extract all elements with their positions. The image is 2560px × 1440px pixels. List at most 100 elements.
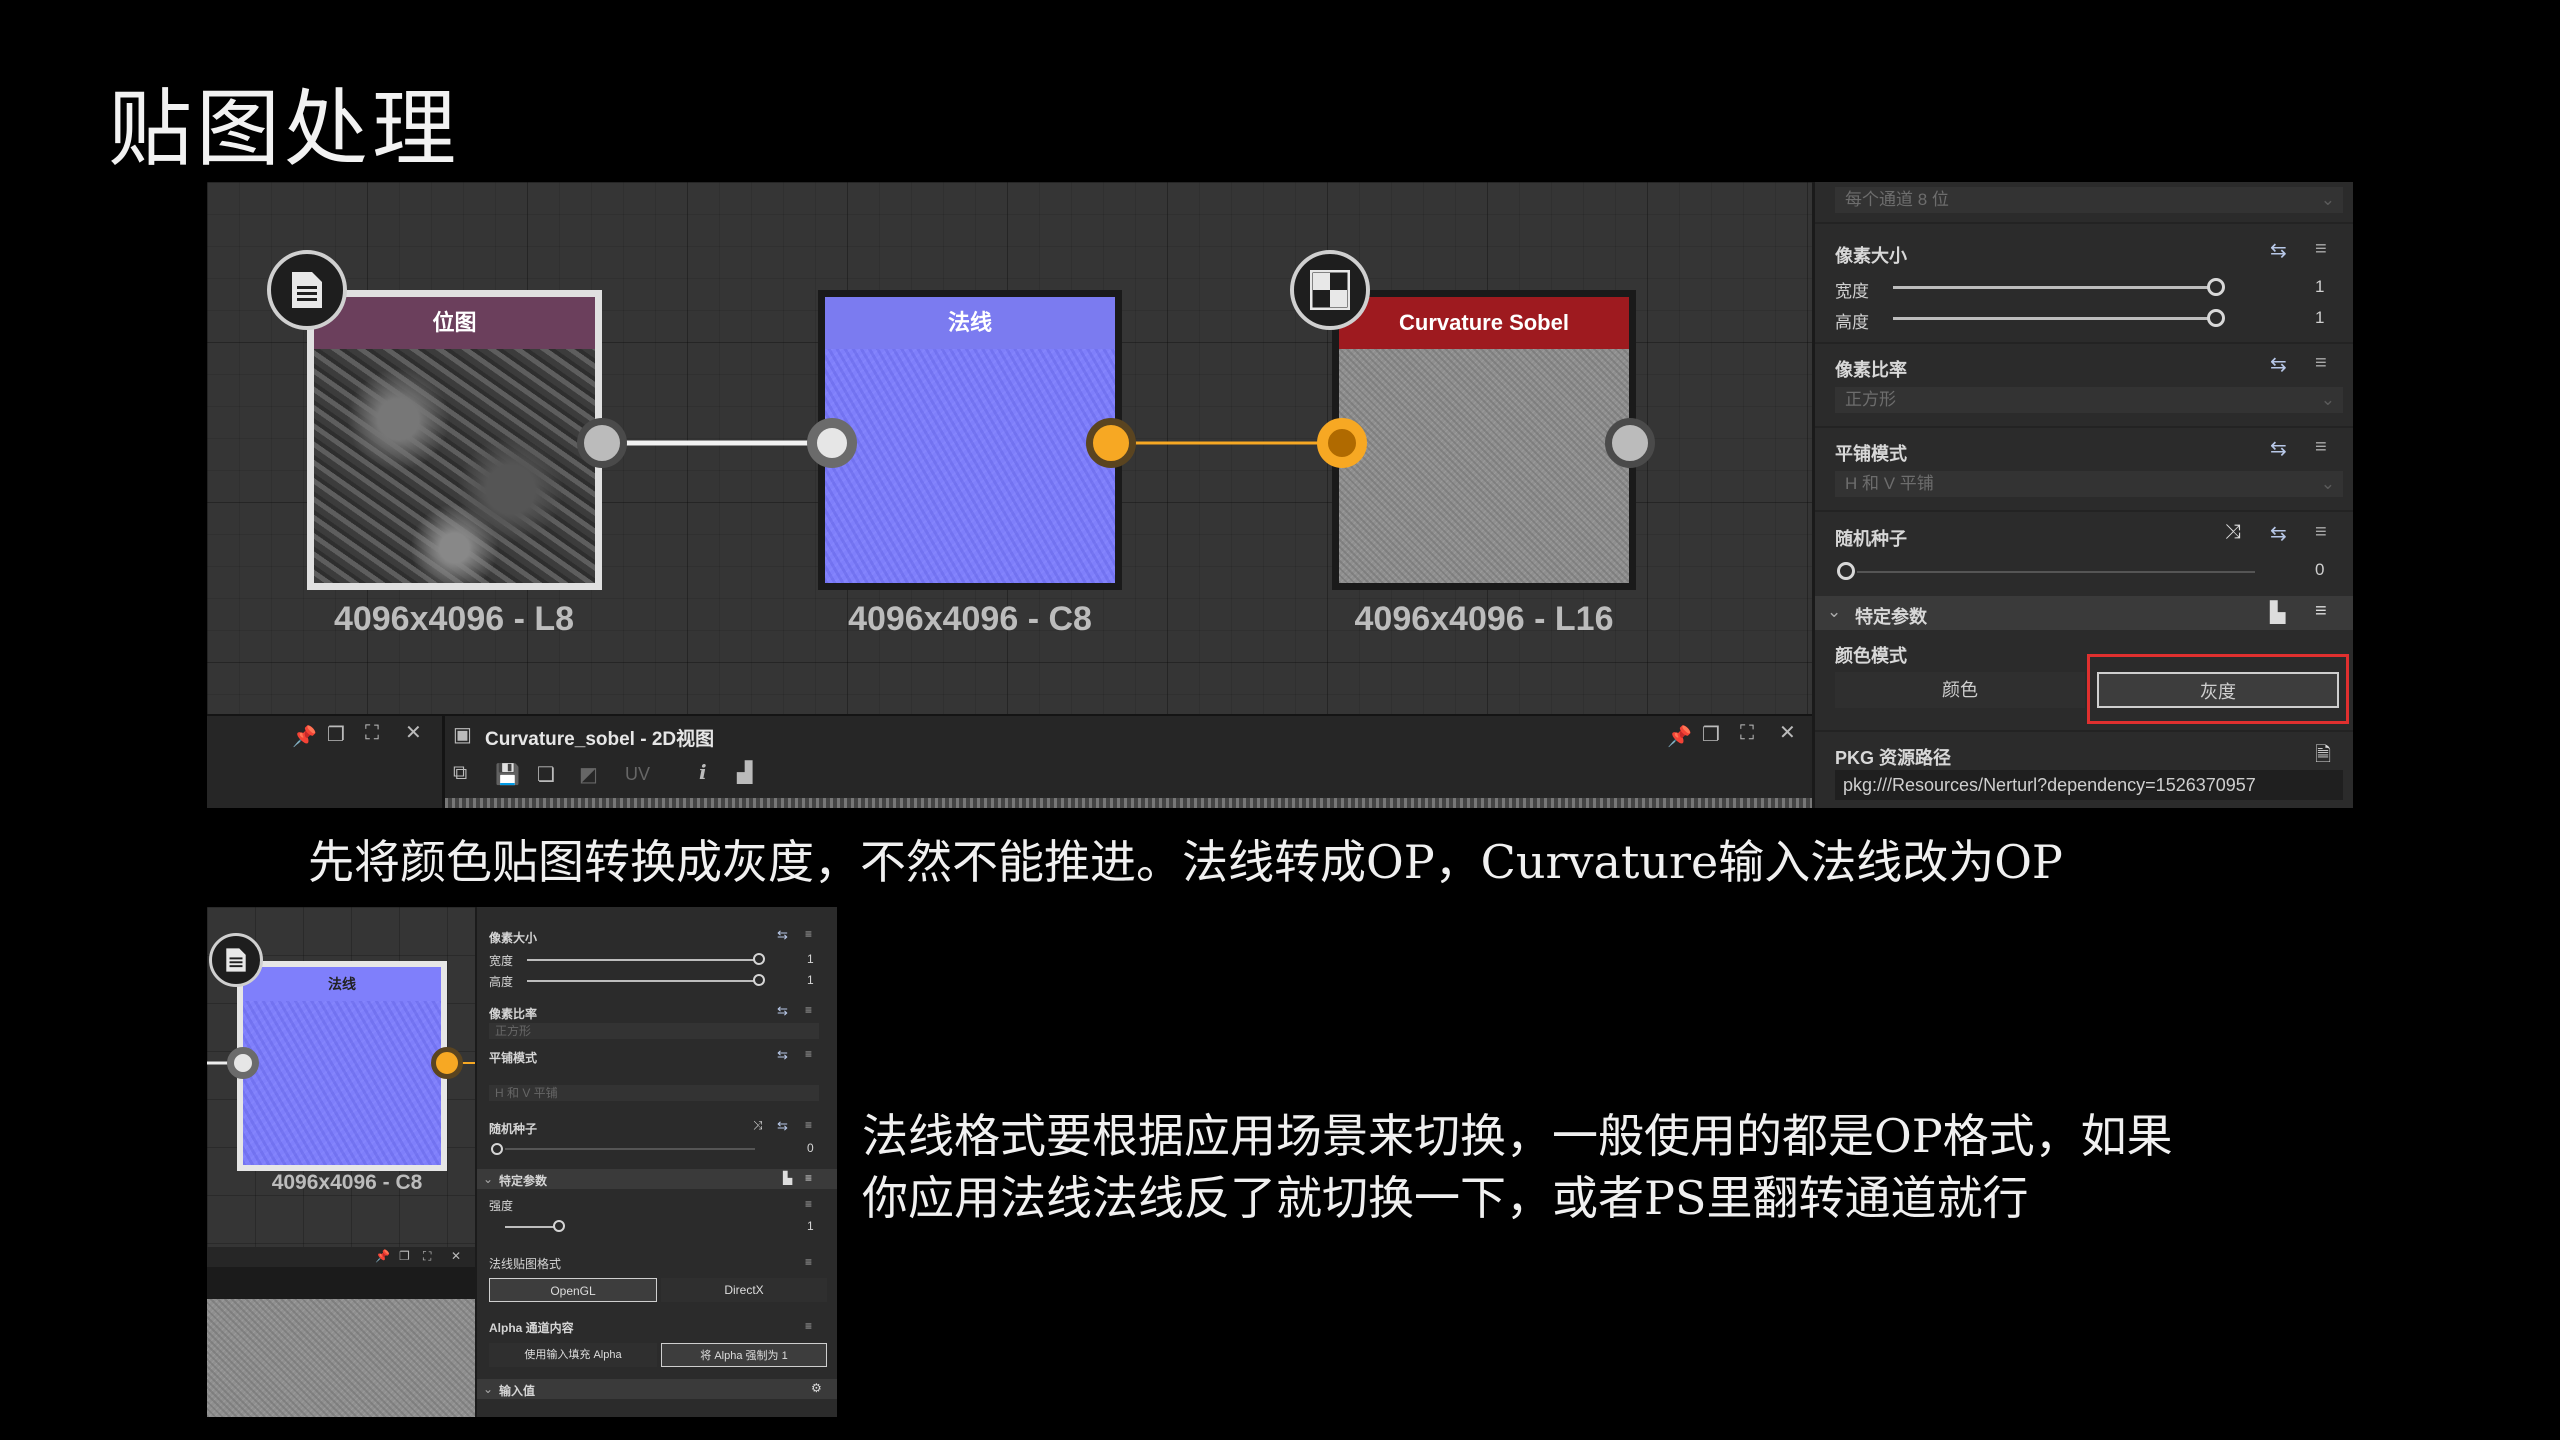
tiling-label: 平铺模式 — [489, 1051, 538, 1065]
menu-icon[interactable]: ≡ — [805, 1118, 812, 1132]
histogram-icon[interactable]: ▟ — [737, 760, 752, 785]
link-icon[interactable]: ⇆ — [2270, 352, 2287, 377]
link-icon[interactable]: ⇆ — [2270, 436, 2287, 461]
pixel-ratio-dropdown[interactable]: 正方形 ⌄ — [1835, 387, 2343, 413]
strength-slider-track[interactable] — [505, 1226, 555, 1228]
specific-params-section[interactable]: ⌄ 特定参数 ▙ ≡ — [477, 1169, 837, 1189]
close-icon[interactable]: ✕ — [1779, 720, 1796, 745]
duplicate-icon[interactable]: ❏ — [537, 762, 555, 787]
color-mode-color-button[interactable]: 颜色 — [1835, 672, 2085, 708]
width-slider-knob[interactable] — [2207, 278, 2225, 296]
node-normal-small-input-port[interactable] — [227, 1047, 259, 1079]
height-slider-track[interactable] — [1893, 317, 2213, 320]
tiling-value: H 和 V 平铺 — [1845, 474, 1934, 493]
node-graph-canvas[interactable]: 位图 4096x4096 - L8 法线 4096x4096 - C8 Curv… — [207, 182, 1812, 714]
node-normal-output-port[interactable] — [1086, 418, 1136, 468]
uv-toggle[interactable]: UV — [625, 764, 650, 785]
node-bitmap-output-port[interactable] — [577, 418, 627, 468]
width-value[interactable]: 1 — [2315, 277, 2324, 297]
node-normal-small[interactable]: 法线 — [237, 961, 447, 1171]
channel-depth-dropdown[interactable]: 每个通道 8 位 ⌄ — [1835, 187, 2343, 213]
save-icon[interactable]: 💾 — [495, 762, 520, 787]
uv-overlay-icon[interactable]: ◩ — [579, 762, 598, 787]
shuffle-icon[interactable]: ⤨ — [753, 1118, 763, 1133]
menu-icon[interactable]: ≡ — [2315, 352, 2327, 375]
menu-icon[interactable]: ≡ — [805, 1255, 812, 1269]
shuffle-icon[interactable]: ⤨ — [2225, 521, 2241, 544]
link-icon[interactable]: ⇆ — [777, 1047, 788, 1063]
float-window-icon[interactable]: ❐ — [1702, 722, 1720, 747]
input-values-section[interactable]: ⌄ 输入值 ⚙ — [477, 1379, 837, 1399]
alpha-force-button[interactable]: 将 Alpha 强制为 1 — [661, 1343, 827, 1367]
menu-icon[interactable]: ≡ — [805, 1003, 812, 1017]
pixel-ratio-dropdown[interactable]: 正方形 — [489, 1023, 819, 1039]
bookmark-icon[interactable]: ▙ — [2270, 600, 2285, 625]
menu-icon[interactable]: ≡ — [2315, 436, 2327, 459]
node-normal-input-port[interactable] — [807, 418, 857, 468]
height-slider-knob[interactable] — [753, 974, 765, 986]
close-icon[interactable]: ✕ — [451, 1249, 461, 1263]
copy-view-icon[interactable]: ⧉ — [453, 762, 467, 785]
maximize-icon[interactable]: ⛶ — [423, 1249, 431, 1264]
dock-divider — [442, 716, 445, 808]
strength-value[interactable]: 1 — [807, 1219, 814, 1233]
node-graph-canvas-small[interactable]: 法线 4096x4096 - C8 — [207, 907, 475, 1247]
seed-value[interactable]: 0 — [2315, 560, 2324, 580]
tiling-dropdown[interactable]: H 和 V 平铺 — [489, 1085, 819, 1101]
height-value[interactable]: 1 — [807, 973, 814, 987]
node-curvature-input-port[interactable] — [1317, 418, 1367, 468]
alpha-fill-button[interactable]: 使用输入填充 Alpha — [489, 1343, 657, 1367]
menu-icon[interactable]: ≡ — [2315, 521, 2327, 544]
maximize-icon[interactable]: ⛶ — [365, 722, 379, 745]
menu-icon[interactable]: ≡ — [805, 1047, 812, 1061]
dock-small: 📌 ❐ ⛶ ✕ — [207, 1247, 475, 1267]
menu-icon[interactable]: ≡ — [2315, 238, 2327, 261]
link-icon[interactable]: ⇆ — [777, 1003, 788, 1019]
link-icon[interactable]: ⇆ — [777, 1118, 788, 1134]
dock-2d-view: 📌 ❐ ⛶ ✕ ▣ Curvature_sobel - 2D视图 📌 ❐ ⛶ ✕… — [207, 714, 1812, 808]
menu-icon[interactable]: ≡ — [805, 927, 812, 941]
height-slider-knob[interactable] — [2207, 309, 2225, 327]
pin-icon[interactable]: 📌 — [1667, 724, 1692, 749]
float-window-icon[interactable]: ❐ — [399, 1249, 410, 1263]
info-icon[interactable]: i — [699, 760, 707, 784]
width-slider-track[interactable] — [527, 959, 757, 961]
menu-icon[interactable]: ≡ — [805, 1319, 812, 1333]
node-curvature-sobel[interactable]: Curvature Sobel — [1332, 290, 1636, 590]
width-slider-knob[interactable] — [753, 953, 765, 965]
specific-params-section[interactable]: ⌄ 特定参数 ▙ ≡ — [1815, 596, 2353, 630]
pin-icon[interactable]: 📌 — [375, 1249, 390, 1263]
node-bitmap[interactable]: 位图 — [307, 290, 602, 590]
seed-value[interactable]: 0 — [807, 1141, 814, 1155]
node-normal-small-output-port[interactable] — [431, 1047, 463, 1079]
settings-icon[interactable]: ⚙ — [811, 1381, 822, 1395]
width-slider-track[interactable] — [1893, 286, 2213, 289]
opengl-button[interactable]: OpenGL — [489, 1278, 657, 1302]
height-slider-track[interactable] — [527, 980, 757, 982]
width-value[interactable]: 1 — [807, 952, 814, 966]
height-value[interactable]: 1 — [2315, 308, 2324, 328]
file-icon[interactable]: 🗎 — [2315, 740, 2331, 774]
seed-slider-track[interactable] — [505, 1148, 755, 1150]
menu-icon[interactable]: ≡ — [2315, 600, 2327, 623]
pkg-path-field[interactable]: pkg:///Resources/Nerturl?dependency=1526… — [1835, 770, 2343, 800]
link-icon[interactable]: ⇆ — [777, 927, 788, 943]
pin-icon[interactable]: 📌 — [292, 724, 317, 749]
tiling-dropdown[interactable]: H 和 V 平铺 ⌄ — [1835, 471, 2343, 497]
link-icon[interactable]: ⇆ — [2270, 238, 2287, 263]
node-curvature-output-port[interactable] — [1605, 418, 1655, 468]
strength-slider-knob[interactable] — [553, 1220, 565, 1232]
node-normal[interactable]: 法线 — [818, 290, 1122, 590]
seed-slider-knob[interactable] — [1837, 562, 1855, 580]
link-icon[interactable]: ⇆ — [2270, 521, 2287, 546]
maximize-icon[interactable]: ⛶ — [1740, 722, 1754, 745]
seed-slider-track[interactable] — [1857, 571, 2255, 573]
bookmark-icon[interactable]: ▙ — [783, 1171, 792, 1185]
close-icon[interactable]: ✕ — [405, 720, 422, 745]
chevron-down-icon: ⌄ — [2320, 474, 2335, 493]
directx-button[interactable]: DirectX — [661, 1278, 827, 1302]
float-window-icon[interactable]: ❐ — [327, 722, 345, 747]
menu-icon[interactable]: ≡ — [805, 1171, 812, 1185]
seed-slider-knob[interactable] — [491, 1143, 503, 1155]
menu-icon[interactable]: ≡ — [805, 1197, 812, 1211]
